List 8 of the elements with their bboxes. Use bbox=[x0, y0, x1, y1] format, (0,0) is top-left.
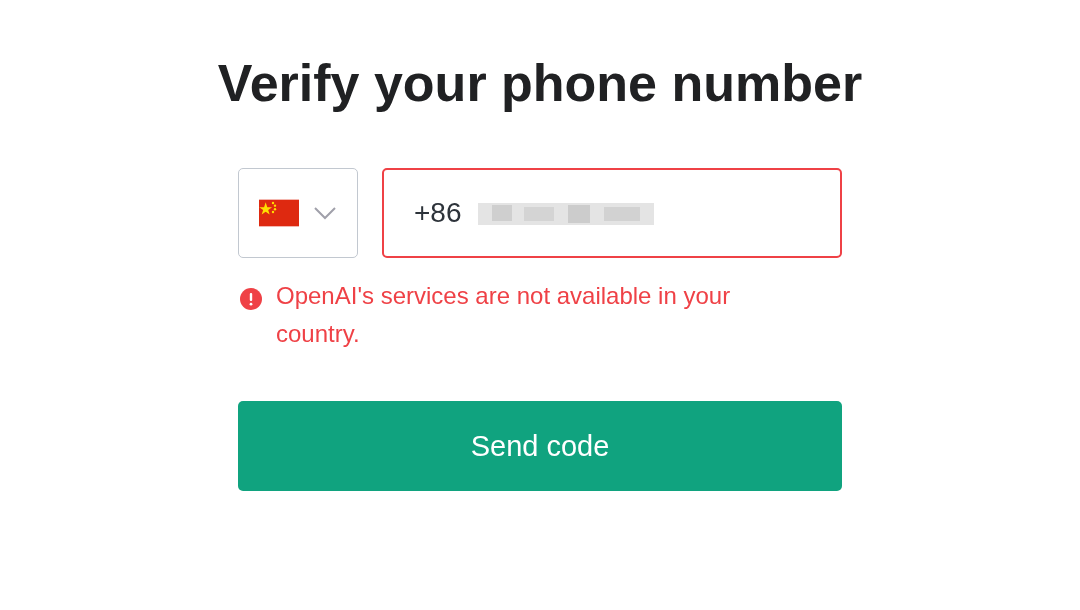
country-select[interactable] bbox=[238, 168, 358, 259]
chevron-icon bbox=[313, 206, 337, 221]
phone-field[interactable]: +86 bbox=[382, 168, 842, 259]
error-message: OpenAI's services are not available in your country. bbox=[276, 281, 732, 350]
flag-icon bbox=[259, 199, 299, 228]
country-code: +86 bbox=[414, 197, 462, 230]
error-icon bbox=[240, 288, 262, 311]
page-title: Verify your phone number bbox=[217, 53, 863, 114]
